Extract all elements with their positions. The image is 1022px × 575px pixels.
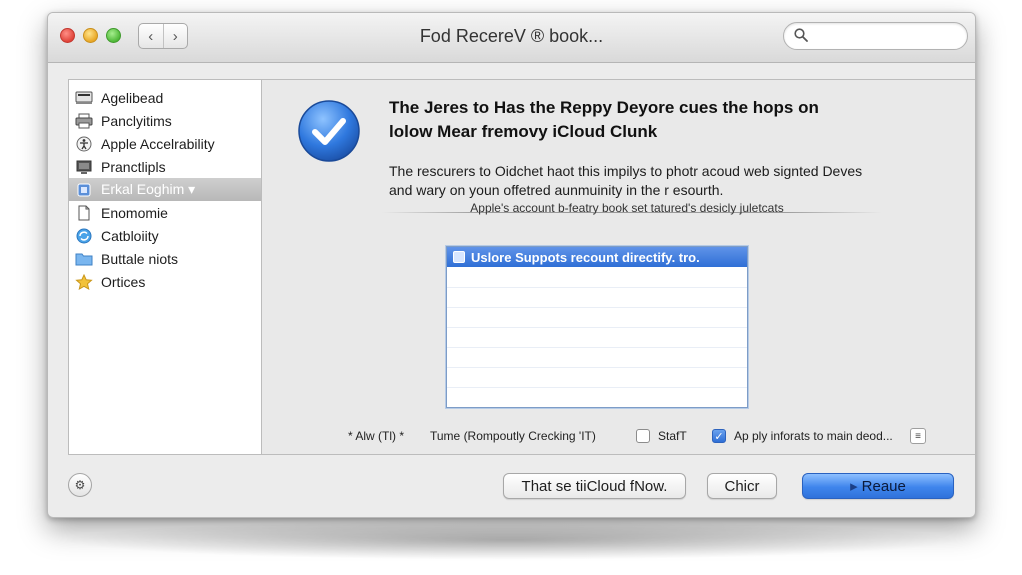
tune-label: Tume (Rompoutly Crecking 'IT) (430, 429, 596, 443)
play-icon: ▸ (850, 478, 858, 495)
gear-icon: ⚙ (74, 478, 86, 492)
search-field[interactable] (783, 22, 968, 50)
sidebar-item-apple-accelrability[interactable]: Apple Accelrability (69, 132, 261, 155)
sidebar-item-pranctlipls[interactable]: Pranctlipls (69, 155, 261, 178)
list-row-divider (447, 327, 747, 328)
staft-label: StafT (658, 429, 687, 443)
sidebar-item-label: Agelibead (101, 89, 164, 106)
account-icon (453, 251, 465, 263)
reaue-button[interactable]: ▸ Reaue (802, 473, 954, 499)
section-caption: Apple's account b-featry book set tature… (470, 201, 784, 215)
list-item-selected[interactable]: Uslore Suppots recount directify. tro. (447, 247, 747, 267)
dialog-heading-line-2: lolow Mear fremovy iCloud Clunk (389, 122, 658, 141)
list-row-divider (447, 367, 747, 368)
window-shadow (60, 520, 960, 560)
sidebar-item-buttale-niots[interactable]: Buttale niots (69, 247, 261, 270)
sidebar-item-panclyitims[interactable]: Panclyitims (69, 109, 261, 132)
sidebar-item-label: Apple Accelrability (101, 135, 215, 152)
sync-icon (75, 228, 93, 244)
content-pane: The Jeres to Has the Reppy Deyore cues t… (262, 79, 975, 455)
staft-checkbox[interactable] (636, 429, 650, 443)
sidebar-item-enomomie[interactable]: Enomomie (69, 201, 261, 224)
titlebar: ‹ › Fod RecereV ® book... (48, 13, 975, 63)
checkmark-badge-icon (298, 100, 360, 162)
document-icon (75, 205, 93, 221)
alw-option[interactable]: * Alw (Tl) * (348, 426, 404, 446)
folder-icon (75, 251, 93, 267)
sidebar-item-ortices[interactable]: Ortices (69, 270, 261, 293)
dialog-description: The rescurers to Oidchet haot this impil… (389, 162, 949, 200)
options-bar: * Alw (Tl) * Tume (Rompoutly Crecking 'I… (262, 426, 975, 446)
description-line-2: and wary on youn offetred aunmuinity in … (389, 182, 724, 198)
list-item-label: Uslore Suppots recount directify. tro. (471, 249, 700, 265)
list-row-divider (447, 347, 747, 348)
list-row-divider (447, 287, 747, 288)
sidebar-item-agelibead[interactable]: Agelibead (69, 86, 261, 109)
tune-option[interactable]: Tume (Rompoutly Crecking 'IT) (430, 426, 596, 446)
sidebar-item-label: Enomomie (101, 204, 168, 221)
reaue-label: Reaue (861, 477, 906, 495)
app-icon (75, 182, 93, 198)
sidebar-item-label: Catbloiity (101, 227, 159, 244)
accessibility-icon (75, 136, 93, 152)
icloud-now-label: That se tiiCloud fNow. (521, 477, 668, 495)
search-icon (794, 28, 808, 42)
sidebar-item-label: Panclyitims (101, 112, 172, 129)
apply-checkbox[interactable]: ✓ (712, 429, 726, 443)
dialog-heading-line-1: The Jeres to Has the Reppy Deyore cues t… (389, 98, 819, 117)
dialog-window: ‹ › Fod RecereV ® book... Agelibead Panc… (47, 12, 976, 518)
action-menu-button[interactable]: ⚙ (68, 473, 92, 497)
staft-checkbox-group[interactable]: StafT (636, 426, 687, 446)
account-list[interactable]: Uslore Suppots recount directify. tro. (446, 246, 748, 408)
sidebar: Agelibead Panclyitims Apple Accelrabilit… (68, 79, 262, 455)
more-options-button[interactable]: ≡ (910, 426, 926, 446)
apply-checkbox-group[interactable]: ✓ Ap ply inforats to main deod... (712, 426, 893, 446)
alw-label: * Alw (Tl) * (348, 429, 405, 443)
chicr-button[interactable]: Chicr (707, 473, 777, 499)
dialog-heading: The Jeres to Has the Reppy Deyore cues t… (389, 96, 909, 144)
sidebar-item-erkal-eoghim[interactable]: Erkal Eoghim ▾ (69, 178, 261, 201)
drive-icon (75, 90, 93, 106)
display-icon (75, 159, 93, 175)
sidebar-item-label: Erkal Eoghim ▾ (101, 181, 196, 197)
list-icon: ≡ (910, 428, 926, 444)
list-row-divider (447, 307, 747, 308)
apply-label: Ap ply inforats to main deod... (734, 429, 893, 443)
sidebar-item-catbloiity[interactable]: Catbloiity (69, 224, 261, 247)
star-icon (75, 273, 93, 290)
sidebar-item-label: Ortices (101, 273, 146, 290)
sidebar-item-label: Buttale niots (101, 250, 179, 267)
icloud-now-button[interactable]: That se tiiCloud fNow. (503, 473, 686, 499)
sidebar-item-label: Pranctlipls (101, 158, 166, 175)
description-line-1: The rescurers to Oidchet haot this impil… (389, 163, 863, 179)
chicr-label: Chicr (724, 477, 760, 495)
printer-icon (75, 113, 93, 129)
footer-bar: ⚙ That se tiiCloud fNow. Chicr ▸ Reaue (48, 455, 975, 517)
list-row-divider (447, 387, 747, 388)
